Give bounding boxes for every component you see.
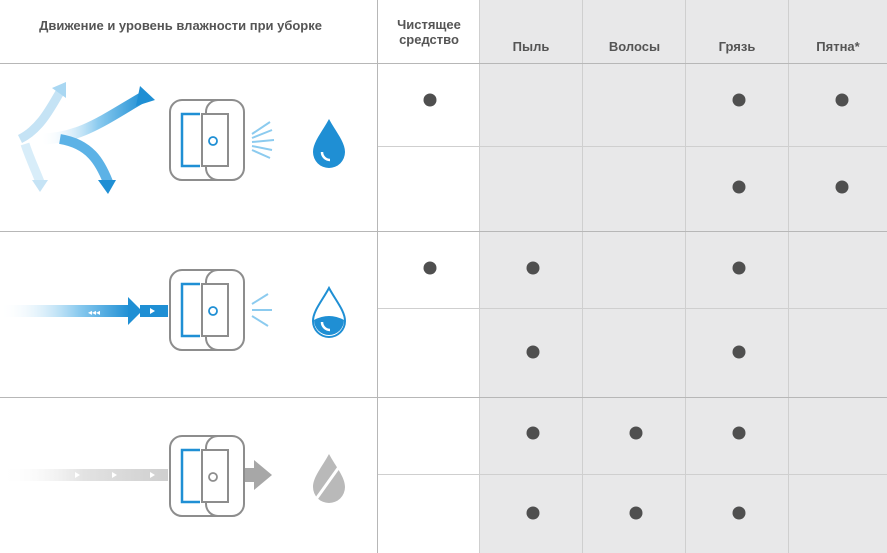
dot-damp-sweeping-2-dust — [526, 345, 540, 359]
divider-v-4 — [788, 0, 789, 553]
water-drop-full-icon — [313, 119, 345, 168]
water-spray-icon — [251, 293, 272, 327]
robot-icon — [169, 435, 245, 517]
dot-dry-sweeping-2-hair — [629, 506, 643, 520]
dot-dry-sweeping-2-dirt — [732, 506, 746, 520]
cleaning-modes-table: Движение и уровень влажности при уборке … — [0, 0, 887, 553]
straight-arrow-icon: ◂◂◂ — [0, 297, 168, 325]
water-drop-half-icon — [311, 285, 347, 338]
robot-icon — [169, 99, 245, 181]
divider-h-row2-mid — [378, 308, 887, 309]
mode-column-title: Движение и уровень влажности при уборке — [39, 18, 322, 33]
mode-damp-sweeping: ◂◂◂ — [0, 232, 378, 397]
divider-v-2 — [582, 0, 583, 553]
dot-dry-sweeping-1-hair — [629, 426, 643, 440]
dot-wet-cleaning-1-dirt — [732, 93, 746, 107]
dot-dry-sweeping-2-dust — [526, 506, 540, 520]
dot-damp-sweeping-2-dirt — [732, 345, 746, 359]
header-cleaning-solution: Чистящее средство — [397, 17, 461, 47]
dot-wet-cleaning-1-cleaning-solution — [423, 93, 437, 107]
header-stains: Пятна* — [816, 39, 860, 54]
mode-dry-sweeping — [0, 398, 378, 553]
dot-damp-sweeping-1-cleaning-solution — [423, 261, 437, 275]
dot-dry-sweeping-1-dust — [526, 426, 540, 440]
divider-h-row3-mid — [378, 474, 887, 475]
zigzag-arrows-icon — [0, 82, 168, 194]
divider-v-1 — [479, 0, 480, 553]
dot-wet-cleaning-2-dirt — [732, 180, 746, 194]
mode-wet-cleaning — [0, 64, 378, 231]
no-water-icon — [312, 454, 346, 503]
dot-wet-cleaning-2-stains — [835, 180, 849, 194]
svg-text:◂◂◂: ◂◂◂ — [88, 308, 100, 317]
dot-damp-sweeping-1-dust — [526, 261, 540, 275]
header-hair: Волосы — [608, 39, 661, 54]
dot-damp-sweeping-1-dirt — [732, 261, 746, 275]
surface-columns-shade — [479, 0, 887, 553]
water-spray-icon — [251, 121, 275, 159]
dot-wet-cleaning-1-stains — [835, 93, 849, 107]
divider-h-row1-mid — [378, 146, 887, 147]
robot-icon — [169, 269, 245, 351]
divider-v-3 — [685, 0, 686, 553]
header-dirt: Грязь — [718, 39, 756, 54]
dot-dry-sweeping-1-dirt — [732, 426, 746, 440]
header-dust: Пыль — [512, 39, 550, 54]
